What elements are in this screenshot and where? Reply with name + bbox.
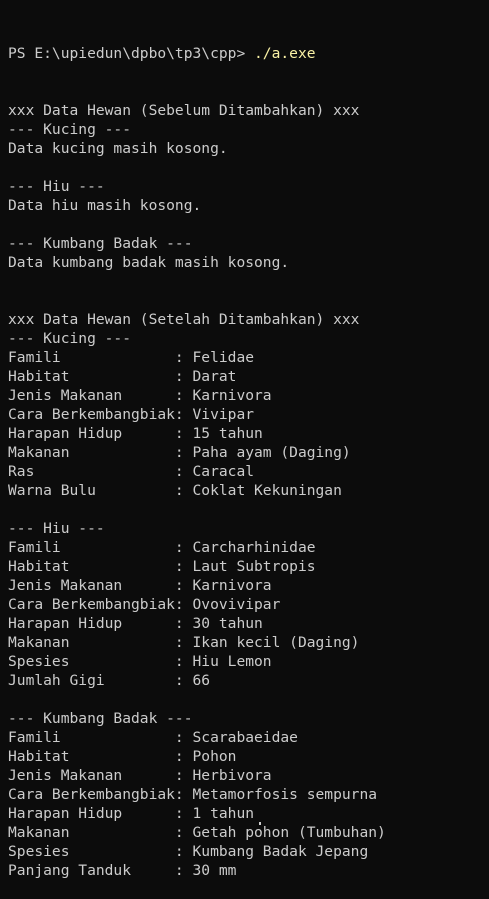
output-lines: xxx Data Hewan (Sebelum Ditambahkan) xxx… (8, 101, 489, 880)
terminal-output[interactable]: PS E:\upiedun\dpbo\tp3\cpp> ./a.exe xxx … (8, 6, 489, 899)
output-line: Panjang Tanduk : 30 mm (8, 862, 237, 879)
output-line: Cara Berkembangbiak: Ovovivipar (8, 596, 281, 613)
output-line: --- Kucing --- (8, 121, 132, 138)
output-line: Cara Berkembangbiak: Vivipar (8, 406, 255, 423)
output-line: Harapan Hidup : 30 tahun (8, 615, 263, 632)
output-line: --- Hiu --- (8, 178, 105, 195)
prompt-line: PS E:\upiedun\dpbo\tp3\cpp> ./a.exe (8, 44, 489, 63)
output-line: Warna Bulu : Coklat Kekuningan (8, 482, 342, 499)
output-line: --- Kumbang Badak --- (8, 710, 193, 727)
output-line: Famili : Scarabaeidae (8, 729, 298, 746)
output-line: Jenis Makanan : Herbivora (8, 767, 272, 784)
output-line: Jumlah Gigi : 66 (8, 672, 211, 689)
output-line: Habitat : Pohon (8, 748, 237, 765)
output-line: xxx Data Hewan (Sebelum Ditambahkan) xxx (8, 102, 360, 119)
output-line: Spesies : Kumbang Badak Jepang (8, 843, 369, 860)
output-line: Cara Berkembangbiak: Metamorfosis sempur… (8, 786, 378, 803)
output-line: Habitat : Darat (8, 368, 237, 385)
prompt-prefix: PS E:\upiedun\dpbo\tp3\cpp> (8, 45, 255, 62)
output-line: Harapan Hidup : 1 tahun (8, 805, 255, 822)
output-line: Harapan Hidup : 15 tahun (8, 425, 263, 442)
output-line: Data kucing masih kosong. (8, 140, 228, 157)
output-line: xxx Data Hewan (Setelah Ditambahkan) xxx (8, 311, 360, 328)
output-line: Ras : Caracal (8, 463, 255, 480)
output-line: Data hiu masih kosong. (8, 197, 202, 214)
output-line: --- Kumbang Badak --- (8, 235, 193, 252)
output-line: Habitat : Laut Subtropis (8, 558, 316, 575)
command-text: ./a.exe (254, 45, 316, 62)
output-line: Jenis Makanan : Karnivora (8, 577, 272, 594)
output-line: Makanan : Ikan kecil (Daging) (8, 634, 360, 651)
output-line: --- Kucing --- (8, 330, 132, 347)
output-line: --- Hiu --- (8, 520, 105, 537)
output-line: Data kumbang badak masih kosong. (8, 254, 290, 271)
output-line: Makanan : Getah pohon (Tumbuhan) (8, 824, 386, 841)
output-line: Makanan : Paha ayam (Daging) (8, 444, 351, 461)
output-line: Famili : Carcharhinidae (8, 539, 316, 556)
output-line: Spesies : Hiu Lemon (8, 653, 272, 670)
output-line: Famili : Felidae (8, 349, 255, 366)
output-line: Jenis Makanan : Karnivora (8, 387, 272, 404)
